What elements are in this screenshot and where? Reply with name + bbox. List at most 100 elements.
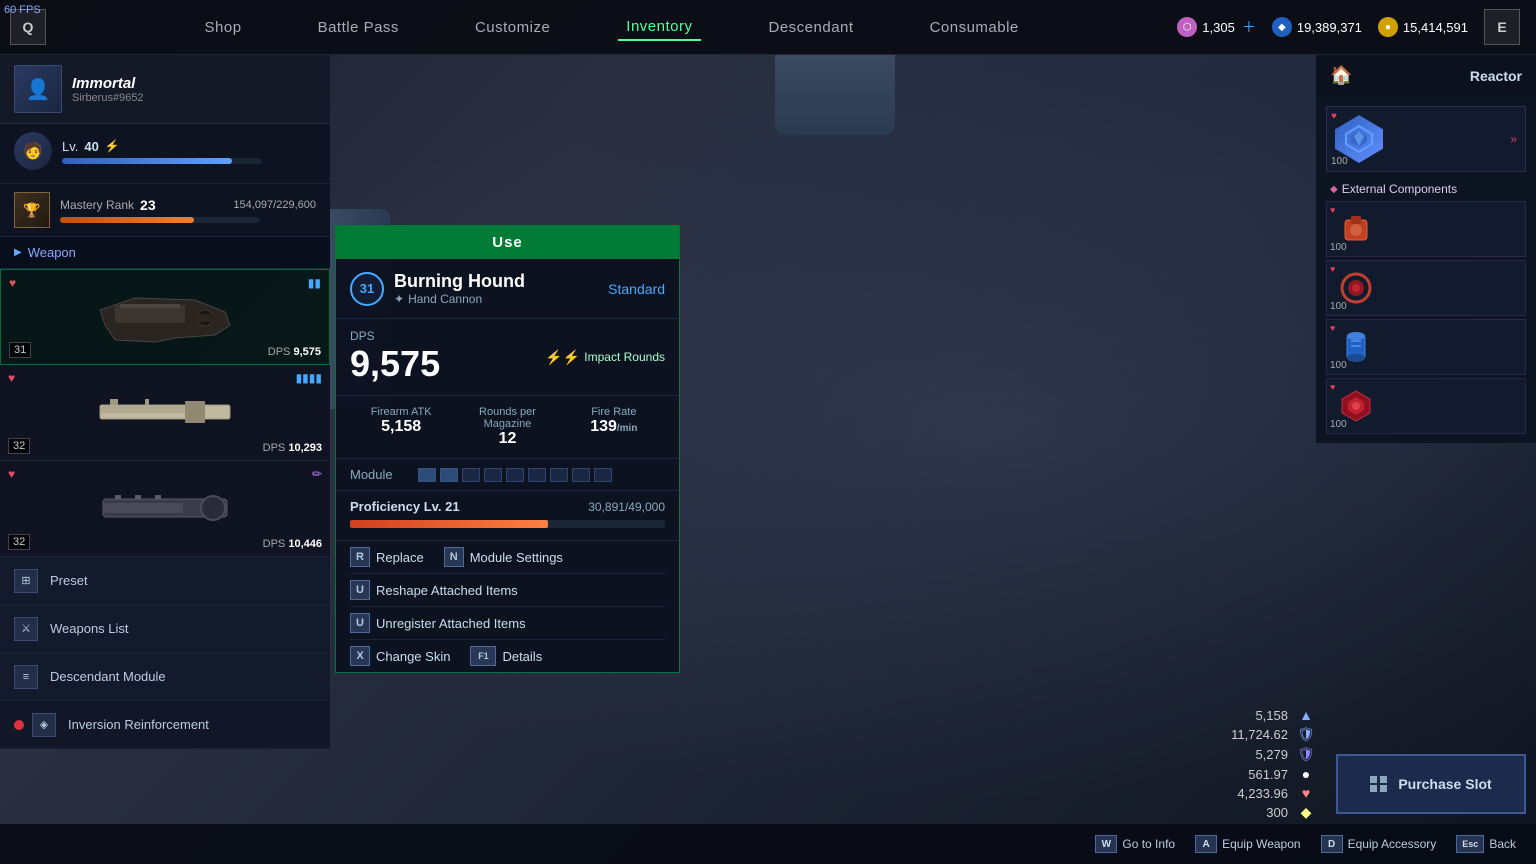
module-settings-label: Module Settings xyxy=(470,550,563,565)
currency-blue: ◆ 19,389,371 xyxy=(1272,17,1362,37)
purchase-slot-label: Purchase Slot xyxy=(1398,776,1491,792)
go-to-info-action: W Go to Info xyxy=(1095,835,1175,853)
nav-consumable[interactable]: Consumable xyxy=(922,15,1027,40)
weapon-3-heart: ♥ xyxy=(8,467,15,481)
weapon-2-image xyxy=(12,385,318,440)
reactor-title: Reactor xyxy=(1470,68,1522,84)
stat-row-6: 300 ◆ xyxy=(1208,804,1316,821)
weapons-list-button[interactable]: ⚔ Weapons List xyxy=(0,605,330,653)
weapon-1-dps: DPS 9,575 xyxy=(268,346,321,358)
reactor-level: 100 xyxy=(1331,156,1348,167)
firearm-atk-label: Firearm ATK xyxy=(350,406,452,418)
stat-firearm-icon: ▲ xyxy=(1296,707,1316,723)
level-label: Lv. xyxy=(62,139,78,154)
weapon-2-heart: ♥ xyxy=(8,371,15,385)
nav-battlepass[interactable]: Battle Pass xyxy=(310,15,407,40)
character-avatar: 🧑 xyxy=(14,132,52,170)
bottom-bar: W Go to Info A Equip Weapon D Equip Acce… xyxy=(0,824,1536,864)
profile-steam-id: Sirberus#9652 xyxy=(72,92,316,104)
dps-section: DPS 9,575 ⚡⚡ Impact Rounds xyxy=(336,319,679,396)
inversion-label: Inversion Reinforcement xyxy=(68,717,209,732)
mastery-label: Mastery Rank xyxy=(60,198,134,212)
purchase-slot-button[interactable]: Purchase Slot xyxy=(1336,754,1526,814)
module-slot-3 xyxy=(462,468,480,482)
firearm-atk-stat: Firearm ATK 5,158 xyxy=(350,406,452,448)
ammo-type: ⚡⚡ Impact Rounds xyxy=(545,349,665,366)
weapon-title-section: 31 Burning Hound ✦ Hand Cannon Standard xyxy=(336,259,679,319)
module-slot-9 xyxy=(594,468,612,482)
inversion-reinforcement-button[interactable]: ◈ Inversion Reinforcement xyxy=(0,701,330,749)
stat-firearm-value: 5,158 xyxy=(1208,708,1288,723)
module-label: Module xyxy=(350,467,410,482)
weapon-2-slots: ▮▮▮▮ xyxy=(296,371,322,385)
module-slot-6 xyxy=(528,468,546,482)
weapon-card-3[interactable]: ♥ ✏ 32 DPS 10,446 xyxy=(0,461,330,557)
ext-component-1[interactable]: ♥ 100 xyxy=(1326,201,1526,257)
ext-component-3[interactable]: ♥ 100 xyxy=(1326,319,1526,375)
premium-icon: ⬡ xyxy=(1177,17,1197,37)
firearm-atk-value: 5,158 xyxy=(350,418,452,436)
stat-row-5: 4,233.96 ♥ xyxy=(1208,785,1316,801)
module-section: Module xyxy=(336,459,679,491)
nav-customize[interactable]: Customize xyxy=(467,15,558,40)
go-to-info-key: W xyxy=(1095,835,1117,853)
reactor-upgrade-icon: » xyxy=(1510,132,1517,146)
dps-label: DPS xyxy=(350,329,440,343)
reactor-heart-icon: ♥ xyxy=(1331,111,1337,122)
profile-section: 👤 Immortal Sirberus#9652 xyxy=(0,55,330,124)
weapon-1-heart: ♥ xyxy=(9,276,16,290)
weapon-2-dps: DPS 10,293 xyxy=(263,442,322,454)
module-settings-button[interactable]: N Module Settings xyxy=(444,547,563,567)
purchase-grid-icon xyxy=(1370,776,1388,792)
details-button[interactable]: F1 Details xyxy=(470,646,542,666)
preset-button[interactable]: ⊞ Preset xyxy=(0,557,330,605)
back-key: Esc xyxy=(1456,835,1484,853)
premium-plus[interactable]: ＋ xyxy=(1242,17,1256,37)
weapon-card-1[interactable]: ♥ ▮▮ 31 DPS 9,575 xyxy=(0,269,330,365)
nav-inventory[interactable]: Inventory xyxy=(618,14,700,41)
stat-shield-1-icon: 🛡 xyxy=(1296,726,1316,743)
replace-button[interactable]: R Replace xyxy=(350,547,424,567)
change-skin-button[interactable]: X Change Skin xyxy=(350,646,450,666)
module-slot-4 xyxy=(484,468,502,482)
currency-premium: ⬡ 1,305 ＋ xyxy=(1177,17,1256,37)
mastery-info: Mastery Rank 23 154,097/229,600 xyxy=(60,197,316,223)
weapon-stats: Firearm ATK 5,158 Rounds per Magazine 12… xyxy=(336,396,679,459)
unregister-button[interactable]: U Unregister Attached Items xyxy=(350,613,526,633)
bottom-stats: 5,158 ▲ 11,724.62 🛡 5,279 🛡 561.97 ● 4,2… xyxy=(1208,707,1316,824)
e-button[interactable]: E xyxy=(1484,9,1520,45)
reactor-item[interactable]: ♥ 100 » xyxy=(1326,106,1526,172)
dps-value: 9,575 xyxy=(350,343,440,385)
stat-shield-2-icon: 🛡 xyxy=(1296,746,1316,763)
module-slot-7 xyxy=(550,468,568,482)
stat-bullet-value: 561.97 xyxy=(1208,767,1288,782)
stat-diamond-value: 300 xyxy=(1208,805,1288,820)
ext-component-4[interactable]: ♥ 100 xyxy=(1326,378,1526,434)
weapon-3-level: 32 xyxy=(8,534,30,550)
nav-descendant[interactable]: Descendant xyxy=(761,15,862,40)
context-menu-header: Use xyxy=(336,226,679,259)
back-action: Esc Back xyxy=(1456,835,1516,853)
inversion-dot xyxy=(14,720,24,730)
nav-shop[interactable]: Shop xyxy=(197,15,250,40)
weapon-card-2[interactable]: ♥ ▮▮▮▮ 32 DPS 10,293 xyxy=(0,365,330,461)
equip-accessory-label: Equip Accessory xyxy=(1348,837,1437,851)
weapon-tier: Standard xyxy=(608,281,665,297)
blue-currency-icon: ◆ xyxy=(1272,17,1292,37)
go-to-info-label: Go to Info xyxy=(1122,837,1175,851)
ext-component-2[interactable]: ♥ 100 xyxy=(1326,260,1526,316)
reshape-button[interactable]: U Reshape Attached Items xyxy=(350,580,518,600)
weapon-1-image xyxy=(13,290,317,345)
ext-4-level: 100 xyxy=(1330,419,1347,430)
ext-2-heart: ♥ xyxy=(1330,264,1335,274)
nav-items: Shop Battle Pass Customize Inventory Des… xyxy=(46,14,1177,41)
preset-icon: ⊞ xyxy=(14,569,38,593)
ext-1-heart: ♥ xyxy=(1330,205,1335,215)
rpm-value: 12 xyxy=(456,430,558,448)
proficiency-bar xyxy=(350,520,665,528)
fire-rate-label: Fire Rate xyxy=(563,406,665,418)
descendant-module-button[interactable]: ≡ Descendant Module xyxy=(0,653,330,701)
module-settings-key: N xyxy=(444,547,464,567)
weapon-3-pen: ✏ xyxy=(312,467,322,481)
level-info: Lv. 40 ⚡ xyxy=(62,139,316,164)
